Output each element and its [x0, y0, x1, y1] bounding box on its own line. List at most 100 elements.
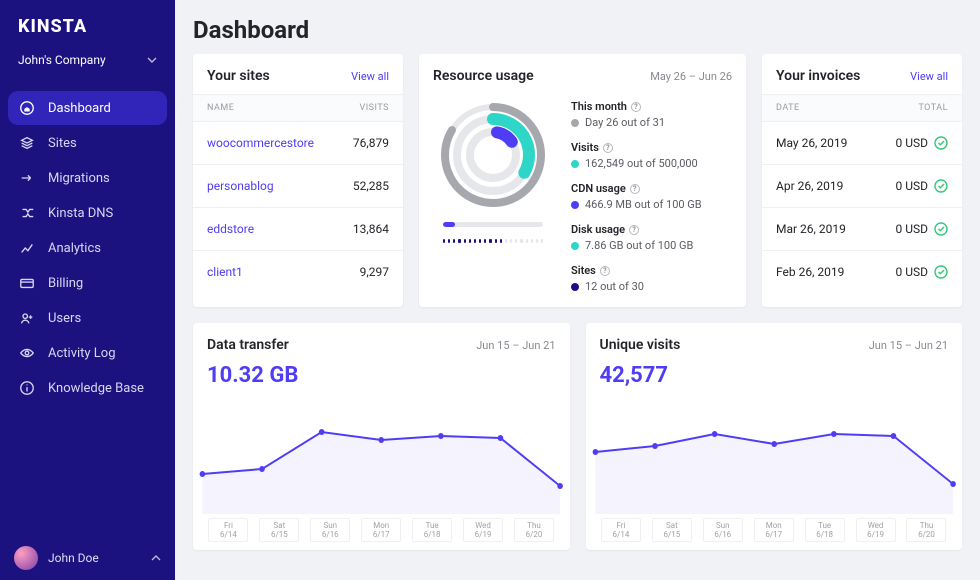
page-title: Dashboard	[193, 16, 962, 44]
sidebar-item-label: Users	[48, 311, 81, 326]
chart-icon	[18, 239, 36, 257]
x-tick: Fri6/14	[208, 518, 248, 542]
visits-value: 42,577	[586, 363, 963, 388]
x-tick: Tue6/18	[805, 518, 845, 542]
help-icon[interactable]: ?	[600, 266, 610, 276]
x-tick: Mon6/17	[361, 518, 401, 542]
sidebar-item-users[interactable]: Users	[8, 301, 167, 335]
help-icon[interactable]: ?	[631, 102, 641, 112]
metric-label: Visits	[571, 141, 599, 154]
transfer-card: Data transfer Jun 15 – Jun 21 10.32 GB F…	[193, 323, 570, 550]
x-tick: Mon6/17	[754, 518, 794, 542]
metric-value: 466.9 MB out of 100 GB	[585, 198, 702, 211]
sidebar-item-activity[interactable]: Activity Log	[8, 336, 167, 370]
x-tick: Fri6/14	[601, 518, 641, 542]
metric-dot	[571, 119, 579, 127]
sidebar-item-dashboard[interactable]: Dashboard	[8, 91, 167, 125]
site-row: personablog 52,285	[193, 165, 403, 208]
sidebar: KINSTA John's Company Dashboard Sites Migr…	[0, 0, 175, 580]
invoice-date: Feb 26, 2019	[776, 265, 844, 279]
site-visits: 76,879	[353, 136, 389, 150]
sidebar-item-migrations[interactable]: Migrations	[8, 161, 167, 195]
metric: This month? Day 26 out of 31	[571, 100, 732, 129]
metric-dot	[571, 201, 579, 209]
site-link[interactable]: client1	[207, 265, 243, 279]
invoice-row[interactable]: Feb 26, 20190 USD	[762, 251, 962, 293]
site-link[interactable]: woocommercestore	[207, 136, 314, 150]
chevron-down-icon	[147, 57, 157, 63]
sidebar-item-label: Sites	[48, 136, 77, 151]
transfer-title: Data transfer	[207, 337, 289, 353]
company-name: John's Company	[18, 53, 106, 67]
metric: Sites?12 out of 30	[571, 264, 732, 293]
user-name: John Doe	[48, 551, 99, 565]
sidebar-item-dns[interactable]: Kinsta DNS	[8, 196, 167, 230]
sidebar-item-sites[interactable]: Sites	[8, 126, 167, 160]
site-link[interactable]: eddstore	[207, 222, 254, 236]
metric-dot	[571, 242, 579, 250]
x-tick: Sun6/16	[310, 518, 350, 542]
user-menu[interactable]: John Doe	[0, 536, 175, 580]
invoice-row[interactable]: Apr 26, 2019 0 USD	[762, 165, 962, 208]
help-icon[interactable]: ?	[629, 225, 639, 235]
x-tick: Sat6/15	[652, 518, 692, 542]
x-tick: Sat6/15	[259, 518, 299, 542]
sidebar-item-billing[interactable]: Billing	[8, 266, 167, 300]
x-tick: Sun6/16	[703, 518, 743, 542]
site-visits: 52,285	[353, 179, 389, 193]
check-circle-icon	[934, 136, 948, 150]
invoice-row[interactable]: Mar 26, 2019 0 USD	[762, 208, 962, 251]
invoice-total: 0 USD	[895, 179, 928, 193]
check-circle-icon	[934, 265, 948, 279]
help-icon[interactable]: ?	[630, 184, 640, 194]
metric-label: Disk usage	[571, 223, 625, 236]
dns-icon	[18, 204, 36, 222]
visits-range: Jun 15 – Jun 21	[869, 339, 948, 352]
resource-title: Resource usage	[433, 68, 534, 84]
metric-label: This month	[571, 100, 627, 113]
invoices-title: Your invoices	[776, 68, 860, 84]
sidebar-item-label: Kinsta DNS	[48, 206, 113, 221]
transfer-chart	[193, 394, 570, 514]
metric-value: 12 out of 30	[585, 280, 644, 293]
invoices-col-date: DATE	[776, 103, 800, 113]
site-visits: 9,297	[360, 265, 389, 279]
check-circle-icon	[934, 179, 948, 193]
sites-col-visits: VISITS	[360, 103, 390, 113]
invoice-date: Mar 26, 2019	[776, 222, 846, 236]
x-tick: Tue6/18	[412, 518, 452, 542]
invoice-total: 0 USD	[895, 222, 928, 236]
transfer-range: Jun 15 – Jun 21	[476, 339, 555, 352]
metric: Disk usage? 7.86 GB out of 100 GB	[571, 223, 732, 252]
resource-dots	[443, 239, 543, 243]
sites-card: Your sites View all NAME VISITS woocomme…	[193, 54, 403, 307]
eye-icon	[18, 344, 36, 362]
nav: Dashboard Sites Migrations Kinsta DNS Analyt…	[0, 85, 175, 411]
metric-value: 7.86 GB out of 100 GB	[585, 239, 693, 252]
x-tick: Wed6/19	[463, 518, 503, 542]
x-tick: Wed6/19	[856, 518, 896, 542]
resource-bar	[443, 222, 543, 227]
metric-value: Day 26 out of 31	[585, 116, 665, 129]
invoice-row[interactable]: May 26, 20190 USD	[762, 122, 962, 165]
invoice-date: Apr 26, 2019	[776, 179, 843, 193]
site-row: woocommercestore 76,879	[193, 122, 403, 165]
check-circle-icon	[934, 222, 948, 236]
sidebar-item-kb[interactable]: Knowledge Base	[8, 371, 167, 405]
sidebar-item-label: Activity Log	[48, 346, 116, 361]
help-icon[interactable]: ?	[603, 143, 613, 153]
migrate-icon	[18, 169, 36, 187]
invoices-view-all[interactable]: View all	[910, 70, 948, 83]
metric: CDN usage?466.9 MB out of 100 GB	[571, 182, 732, 211]
logo: KINSTA	[0, 0, 175, 45]
site-row: eddstore13,864	[193, 208, 403, 251]
company-switcher[interactable]: John's Company	[0, 45, 175, 85]
sites-view-all[interactable]: View all	[351, 70, 389, 83]
site-link[interactable]: personablog	[207, 179, 274, 193]
sidebar-item-analytics[interactable]: Analytics	[8, 231, 167, 265]
sidebar-item-label: Knowledge Base	[48, 381, 144, 396]
metric: Visits?162,549 out of 500,000	[571, 141, 732, 170]
avatar	[14, 546, 38, 570]
sidebar-item-label: Analytics	[48, 241, 101, 256]
sidebar-item-label: Dashboard	[48, 101, 111, 116]
